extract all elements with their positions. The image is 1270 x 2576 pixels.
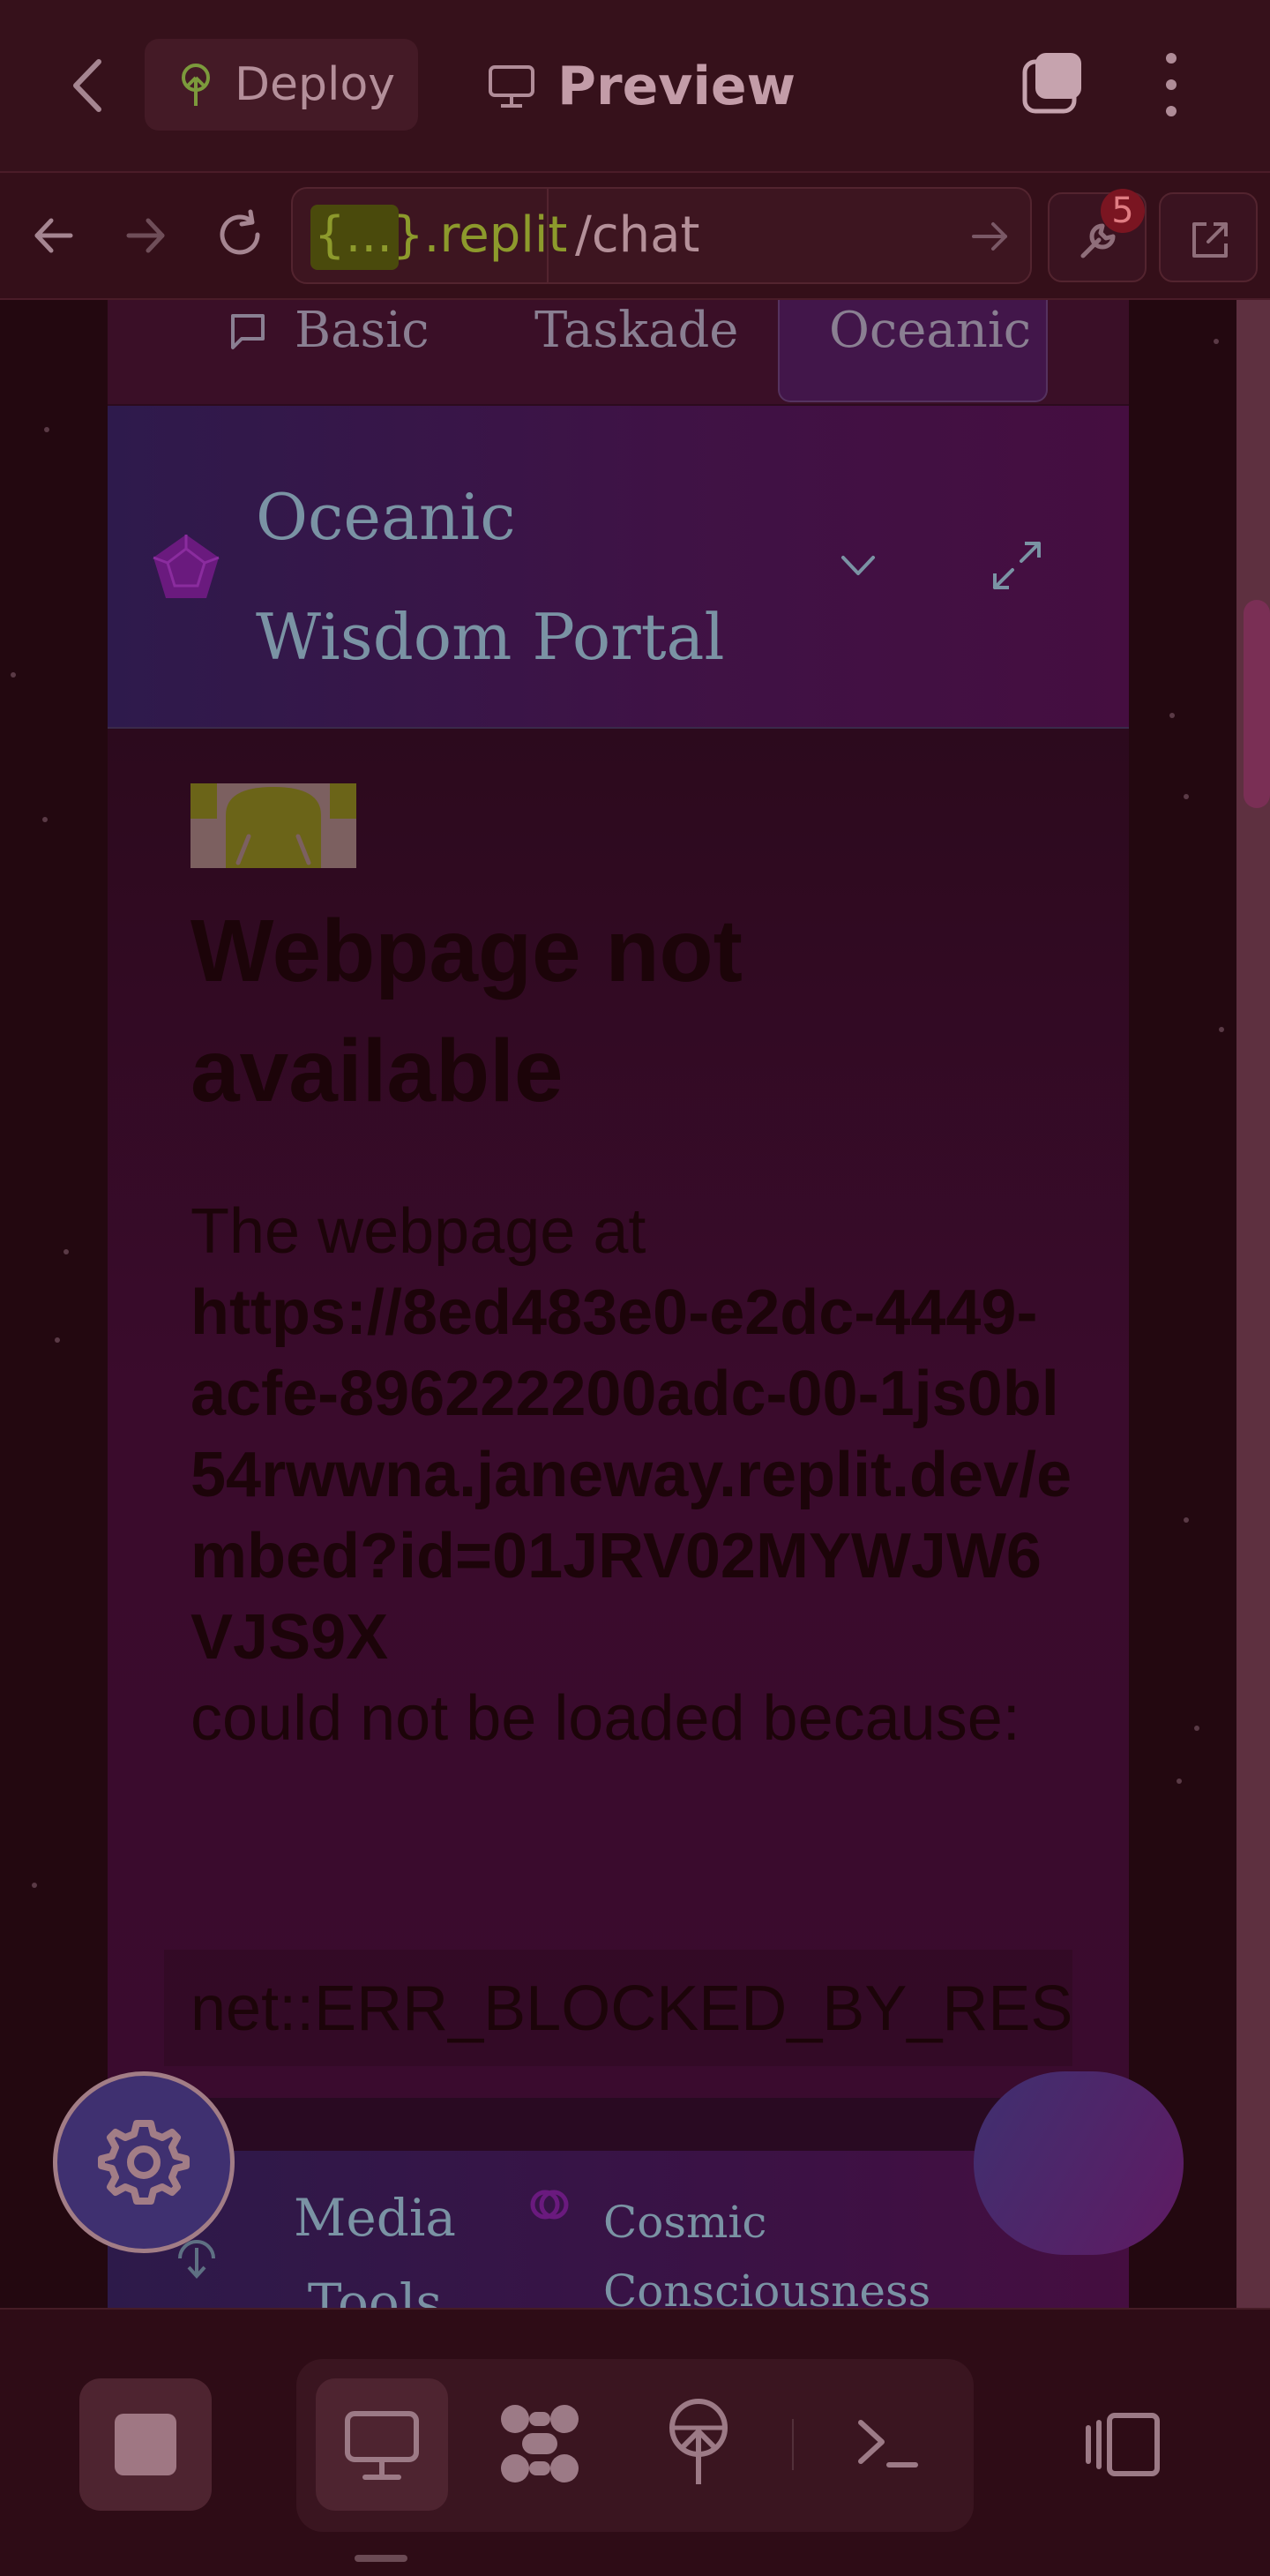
url-host: {...}.replit (314, 206, 568, 264)
chat-fab[interactable] (974, 2071, 1184, 2255)
chevron-down-icon[interactable] (838, 550, 878, 580)
expand-icon[interactable] (991, 540, 1042, 591)
star-dot (1214, 339, 1219, 344)
cosmic-orbit-icon (530, 2190, 569, 2220)
error-reason: could not be loaded because: (190, 1683, 1020, 1754)
reload-icon[interactable] (213, 208, 266, 261)
error-message: The webpage at https://8ed483e0-e2dc-444… (190, 1191, 1072, 1759)
deploy-tree-icon[interactable] (663, 2398, 734, 2488)
preview-tab[interactable]: Preview (487, 42, 796, 131)
pentagon-logo-icon (153, 535, 220, 598)
error-code: net::ERR_BLOCKED_BY_RESPONSE (190, 1973, 1072, 2044)
star-dot (1184, 794, 1189, 799)
preview-label: Preview (557, 56, 796, 117)
browser-forward-icon[interactable] (123, 213, 168, 258)
browser-back-icon[interactable] (32, 213, 76, 258)
divider (0, 2308, 1270, 2310)
error-intro: The webpage at (190, 1196, 646, 1267)
android-robot-image (190, 783, 356, 868)
workflow-icon[interactable] (497, 2401, 582, 2486)
toolbar-divider (792, 2419, 794, 2470)
tabs-switcher-icon[interactable] (1020, 49, 1087, 116)
back-chevron-icon[interactable] (64, 55, 116, 116)
external-link-icon (1192, 222, 1228, 258)
star-dot (1194, 1726, 1199, 1731)
nav-media-tools[interactable]: Media Tools (291, 2175, 459, 2308)
portal-title: Oceanic Wisdom Portal (256, 480, 725, 674)
url-divider (547, 189, 549, 282)
monitor-icon (489, 65, 534, 108)
notification-badge: 5 (1101, 189, 1145, 233)
tab-taskade[interactable]: Taskade (534, 302, 738, 359)
error-title: Webpage not available (190, 902, 743, 1120)
nav-cosmic-consciousness[interactable]: Cosmic Consciousness Portal (603, 2188, 1018, 2311)
star-dot (1177, 1778, 1182, 1784)
open-external-button[interactable] (1159, 192, 1258, 282)
chat-bubble-icon (231, 314, 265, 349)
star-dot (55, 1337, 60, 1343)
settings-fab[interactable] (53, 2071, 235, 2253)
tab-oceanic[interactable]: Oceanic (829, 302, 1031, 359)
error-url: https://8ed483e0-e2dc-4449-acfe-89622220… (190, 1277, 1072, 1673)
deploy-icon (182, 64, 210, 106)
star-dot (32, 1883, 37, 1888)
gear-icon (98, 2120, 190, 2205)
home-indicator (355, 2555, 407, 2562)
terminal-icon[interactable] (855, 2415, 921, 2472)
panel-toggle-icon[interactable] (1085, 2412, 1162, 2477)
desktop-icon (345, 2411, 419, 2480)
star-dot (11, 672, 16, 678)
stop-icon (115, 2414, 176, 2475)
deploy-button[interactable]: Deploy (145, 39, 418, 131)
star-dot (42, 817, 48, 822)
deploy-label: Deploy (235, 58, 396, 111)
scrollbar-thumb[interactable] (1244, 600, 1270, 808)
star-dot (1219, 1027, 1224, 1032)
star-dot (1184, 1517, 1189, 1523)
star-dot (64, 1249, 69, 1254)
more-vertical-icon[interactable] (1155, 49, 1187, 120)
star-dot (44, 427, 49, 432)
go-arrow-icon[interactable] (970, 217, 1011, 256)
tab-basic[interactable]: Basic (295, 302, 430, 359)
url-path-input[interactable]: /chat (575, 206, 699, 264)
star-dot (1169, 713, 1175, 718)
